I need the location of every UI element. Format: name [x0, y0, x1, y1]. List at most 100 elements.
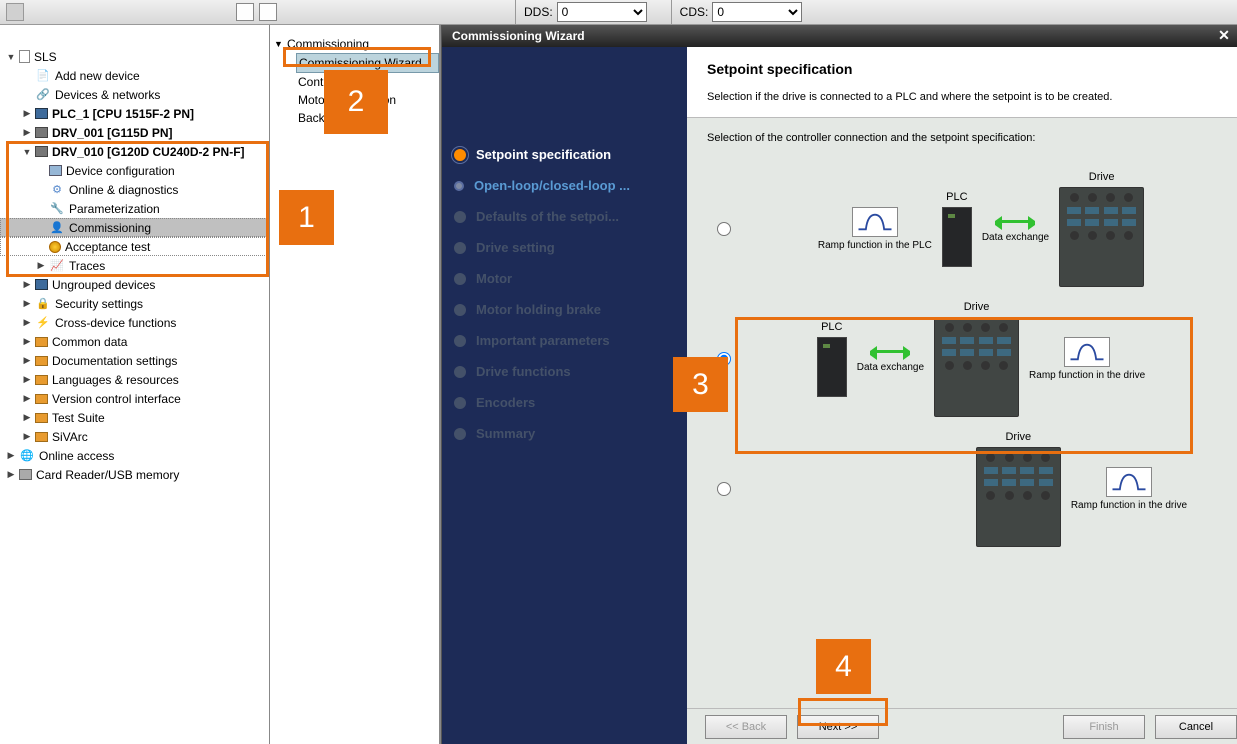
- tree-sivarc[interactable]: ▶SiVArc: [0, 427, 269, 446]
- tree-drv001[interactable]: ▶DRV_001 [G115D PN]: [0, 123, 269, 142]
- tree-testsuite[interactable]: ▶Test Suite: [0, 408, 269, 427]
- tree-add-device[interactable]: 📄Add new device: [0, 66, 269, 85]
- tree-param[interactable]: 🔧Parameterization: [0, 199, 269, 218]
- drive-graphic: [1059, 187, 1144, 287]
- tool-icon-a[interactable]: [236, 3, 254, 21]
- tree-ungrouped[interactable]: ▶Ungrouped devices: [0, 275, 269, 294]
- tool-icon-b[interactable]: [259, 3, 277, 21]
- tree-vci[interactable]: ▶Version control interface: [0, 389, 269, 408]
- tree-acceptance[interactable]: Acceptance test: [0, 237, 269, 256]
- wizard-nav: Setpoint specification Open-loop/closed-…: [442, 47, 687, 744]
- back-button[interactable]: << Back: [705, 715, 787, 739]
- folder-icon: [35, 337, 48, 347]
- tree-root[interactable]: ▼SLS: [0, 47, 269, 66]
- tree-devices-networks[interactable]: 🔗Devices & networks: [0, 85, 269, 104]
- dds-group: DDS: 0: [515, 0, 655, 26]
- commissioning-panel-header[interactable]: ▼Commissioning: [270, 35, 439, 53]
- network-icon: 🔗: [35, 88, 51, 102]
- tree-docsettings[interactable]: ▶Documentation settings: [0, 351, 269, 370]
- data-exchange-label: Data exchange: [857, 362, 924, 373]
- cardreader-icon: [19, 469, 32, 480]
- diagnostics-icon: ⚙: [49, 183, 65, 197]
- folder-icon: [35, 279, 48, 290]
- step-funcs: Drive functions: [454, 364, 675, 379]
- wizard-main: Selection of the controller connection a…: [687, 118, 1237, 708]
- commissioning-icon: 👤: [49, 221, 65, 235]
- ramp-drive-text: Ramp function in the drive: [1071, 500, 1187, 511]
- tree-security[interactable]: ▶🔒Security settings: [0, 294, 269, 313]
- drive-graphic: [934, 317, 1019, 417]
- wizard-main-sub: Selection of the controller connection a…: [707, 132, 1217, 144]
- wizard-footer: << Back Next >> Finish Cancel: [687, 708, 1237, 744]
- option-ramp-drive-plc: PLC Data exchange Drive: [707, 294, 1217, 424]
- tree-commissioning[interactable]: 👤Commissioning: [0, 218, 269, 237]
- tool-icon-1[interactable]: [6, 3, 24, 21]
- toolbar-left-group: [6, 3, 24, 21]
- top-toolbar: DDS: 0 CDS: 0: [0, 0, 1237, 25]
- drive-label: Drive: [964, 301, 990, 313]
- tree-langres[interactable]: ▶Languages & resources: [0, 370, 269, 389]
- tree-online-access[interactable]: ▶🌐Online access: [0, 446, 269, 465]
- tree-traces[interactable]: ▶📈Traces: [0, 256, 269, 275]
- plc-label: PLC: [821, 321, 842, 333]
- ramp-icon: [1106, 467, 1152, 497]
- step-brake: Motor holding brake: [454, 302, 675, 317]
- ramp-icon: [852, 207, 898, 237]
- drive-label: Drive: [1005, 431, 1031, 443]
- step-openloop[interactable]: Open-loop/closed-loop ...: [454, 178, 675, 193]
- step-summary: Summary: [454, 426, 675, 441]
- crossdev-icon: ⚡: [35, 316, 51, 330]
- dds-select[interactable]: 0: [557, 2, 647, 22]
- tree-device-config[interactable]: Device configuration: [0, 161, 269, 180]
- security-icon: 🔒: [35, 297, 51, 311]
- wizard-panel: Commissioning Wizard ✕ Setpoint specific…: [441, 25, 1237, 744]
- step-important: Important parameters: [454, 333, 675, 348]
- add-device-icon: 📄: [35, 69, 51, 83]
- tree-crossdev[interactable]: ▶⚡Cross-device functions: [0, 313, 269, 332]
- project-icon: [19, 50, 30, 63]
- step-drive: Drive setting: [454, 240, 675, 255]
- plc-icon: [35, 108, 48, 119]
- next-button[interactable]: Next >>: [797, 715, 879, 739]
- tree-cardreader[interactable]: ▶Card Reader/USB memory: [0, 465, 269, 484]
- step-encoders: Encoders: [454, 395, 675, 410]
- callout-2: 2: [324, 70, 388, 134]
- data-exchange-label: Data exchange: [982, 232, 1049, 243]
- folder-icon: [35, 375, 48, 385]
- folder-icon: [35, 394, 48, 404]
- cds-select[interactable]: 0: [712, 2, 802, 22]
- ramp-drive-text: Ramp function in the drive: [1029, 370, 1145, 381]
- plc-graphic: [942, 207, 972, 267]
- traces-icon: 📈: [49, 259, 65, 273]
- drive-icon: [35, 127, 48, 138]
- step-defaults: Defaults of the setpoi...: [454, 209, 675, 224]
- wizard-title-bar: Commissioning Wizard ✕: [442, 25, 1237, 47]
- option-ramp-drive-only: Drive Ramp function in the: [707, 424, 1217, 554]
- wizard-header: Setpoint specification Selection if the …: [687, 47, 1237, 118]
- ramp-plc-text: Ramp function in the PLC: [818, 240, 932, 251]
- cds-group: CDS: 0: [671, 0, 811, 26]
- wizard-header-title: Setpoint specification: [707, 61, 1217, 77]
- tree-online-diag[interactable]: ⚙Online & diagnostics: [0, 180, 269, 199]
- online-access-icon: 🌐: [19, 449, 35, 463]
- callout-4: 4: [816, 639, 871, 694]
- acceptance-icon: [49, 241, 61, 253]
- cancel-button[interactable]: Cancel: [1155, 715, 1237, 739]
- finish-button[interactable]: Finish: [1063, 715, 1145, 739]
- tree-drv010[interactable]: ▼DRV_010 [G120D CU240D-2 PN-F]: [0, 142, 269, 161]
- tree-common[interactable]: ▶Common data: [0, 332, 269, 351]
- step-setpoint[interactable]: Setpoint specification: [454, 147, 675, 162]
- radio-ramp-plc[interactable]: [717, 222, 731, 236]
- ramp-icon: [1064, 337, 1110, 367]
- tree-plc1[interactable]: ▶PLC_1 [CPU 1515F-2 PN]: [0, 104, 269, 123]
- wizard-title: Commissioning Wizard: [452, 29, 585, 43]
- cds-label: CDS:: [680, 5, 709, 19]
- plc-label: PLC: [946, 191, 967, 203]
- project-tree[interactable]: ▼SLS 📄Add new device 🔗Devices & networks…: [0, 25, 270, 744]
- folder-icon: [35, 413, 48, 423]
- radio-ramp-drive-only[interactable]: [717, 482, 731, 496]
- plc-graphic: [817, 337, 847, 397]
- close-icon[interactable]: ✕: [1215, 27, 1233, 45]
- device-config-icon: [49, 165, 62, 176]
- drive-icon: [35, 146, 48, 157]
